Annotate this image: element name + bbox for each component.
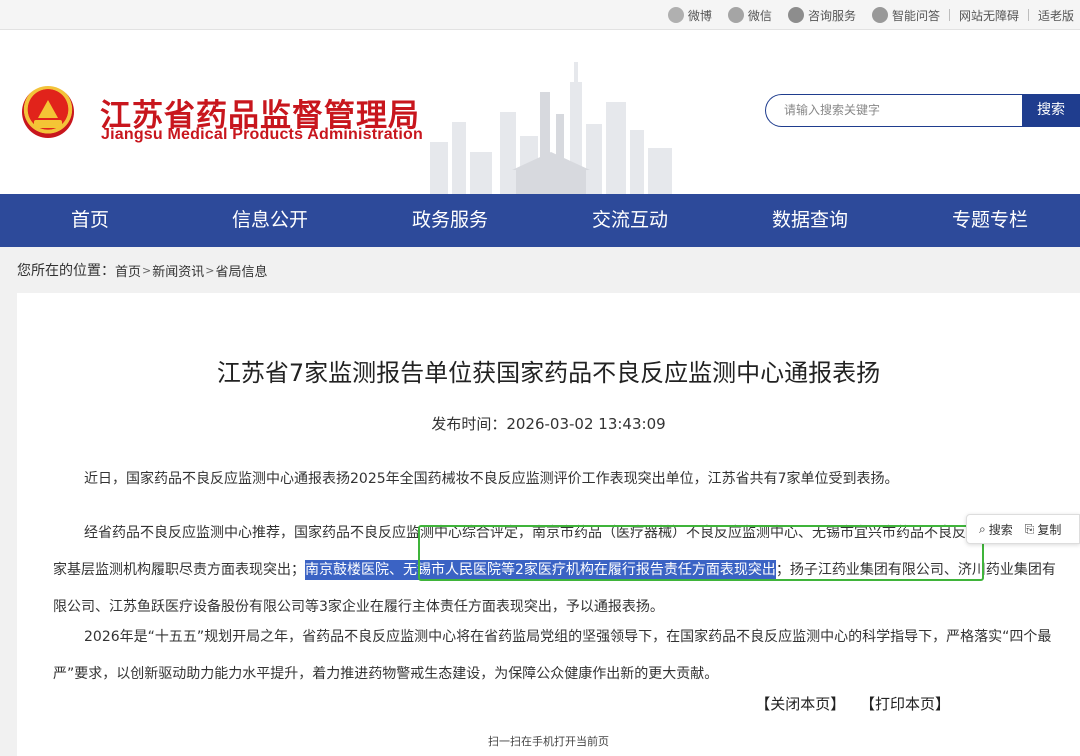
nav-special-topics[interactable]: 专题专栏: [900, 194, 1080, 247]
emblem-base: [34, 120, 62, 128]
top-utility-bar: 微博 微信 咨询服务 智能问答 网站无障碍 适老版: [0, 0, 1080, 30]
wechat-icon: [727, 7, 744, 23]
national-emblem-logo[interactable]: [22, 86, 74, 138]
utility-links: 微博 微信 咨询服务 智能问答 网站无障碍 适老版: [667, 0, 1074, 30]
breadcrumb-label: 您所在的位置：: [17, 263, 115, 279]
selection-toolbar: ⌕ 搜索 ⎘ 复制: [966, 514, 1080, 544]
wechat-label: 微信: [747, 8, 772, 23]
selection-copy-label: 复制: [1037, 522, 1062, 537]
nav-gov-services[interactable]: 政务服务: [360, 194, 540, 247]
search-input[interactable]: 请输入搜索关键字: [765, 94, 1022, 127]
breadcrumb-bureau-info[interactable]: 省局信息: [215, 261, 267, 280]
selection-copy-button[interactable]: ⎘ 复制: [1025, 521, 1062, 538]
publish-time: 发布时间：2026-03-02 13:43:09: [431, 415, 666, 433]
breadcrumb-separator: >: [205, 263, 215, 277]
breadcrumb-home[interactable]: 首页: [115, 261, 141, 280]
article-paragraph-3: 2026年是“十五五”规划开局之年，省药品不良反应监测中心将在省药监局党组的坚强…: [53, 629, 1052, 682]
selection-search-label: 搜索: [988, 522, 1013, 537]
breadcrumb-separator: >: [142, 263, 152, 277]
search-icon: ⌕: [979, 521, 986, 536]
city-skyline-decoration: [430, 62, 672, 194]
divider: [948, 9, 950, 21]
nav-info-disclosure[interactable]: 信息公开: [180, 194, 360, 247]
smart-qa-label: 智能问答: [891, 8, 940, 23]
copy-icon: ⎘: [1024, 521, 1035, 536]
chat-icon: [787, 7, 804, 23]
site-title-english: Jiangsu Medical Products Administration: [101, 126, 423, 143]
qr-scan-hint: 扫一扫在手机打开当前页: [488, 735, 609, 748]
weibo-link[interactable]: 微博: [667, 7, 712, 24]
consult-label: 咨询服务: [807, 8, 856, 23]
selected-text-highlight[interactable]: 南京鼓楼医院、无锡市人民医院等2家医疗机构在履行报告责任方面表现突出: [305, 560, 776, 580]
robot-icon: [871, 7, 888, 23]
article-paragraph-2: 经省药品不良反应监测中心推荐，国家药品不良反应监测中心综合评定，南京市药品（医疗…: [53, 515, 1063, 626]
nav-data-query[interactable]: 数据查询: [720, 194, 900, 247]
breadcrumb: 您所在的位置： 首页 > 新闻资讯 > 省局信息: [0, 247, 1080, 293]
breadcrumb-news[interactable]: 新闻资讯: [152, 261, 204, 280]
smart-qa-link[interactable]: 智能问答: [871, 7, 940, 24]
close-page-button[interactable]: 【关闭本页】: [755, 695, 845, 713]
emblem-building: [38, 100, 58, 118]
site-header: 江苏省药品监督管理局 Jiangsu Medical Products Admi…: [0, 30, 1080, 194]
weibo-label: 微博: [687, 8, 712, 23]
print-page-button[interactable]: 【打印本页】: [860, 695, 950, 713]
selection-search-button[interactable]: ⌕ 搜索: [979, 521, 1013, 538]
elder-mode-link[interactable]: 适老版: [1038, 7, 1074, 24]
wechat-link[interactable]: 微信: [727, 7, 772, 24]
consult-link[interactable]: 咨询服务: [787, 7, 856, 24]
accessibility-link[interactable]: 网站无障碍: [959, 7, 1019, 24]
page-actions: 【关闭本页】 【打印本页】: [745, 693, 950, 714]
article-panel: 江苏省7家监测报告单位获国家药品不良反应监测中心通报表扬 发布时间：2026-0…: [17, 293, 1080, 756]
article-paragraph-1: 近日，国家药品不良反应监测中心通报表扬2025年全国药械妆不良反应监测评价工作表…: [84, 471, 899, 487]
nav-interaction[interactable]: 交流互动: [540, 194, 720, 247]
divider: [1027, 9, 1029, 21]
nav-home[interactable]: 首页: [0, 194, 180, 247]
weibo-icon: [667, 7, 684, 23]
search-button[interactable]: 搜索: [1022, 94, 1080, 127]
article-title: 江苏省7家监测报告单位获国家药品不良反应监测中心通报表扬: [216, 359, 881, 387]
main-nav: 首页 信息公开 政务服务 交流互动 数据查询 专题专栏: [0, 194, 1080, 247]
